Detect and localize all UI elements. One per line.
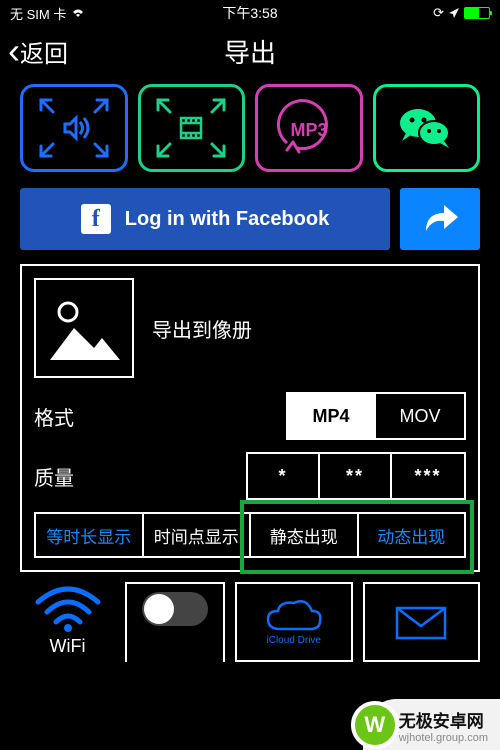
- toggle-cell: [125, 582, 225, 662]
- watermark: W 无极安卓网 wjhotel.group.com: [363, 699, 500, 750]
- sim-status: 无 SIM 卡: [10, 4, 66, 23]
- gallery-thumbnail[interactable]: [34, 278, 134, 378]
- video-expand-icon: [156, 98, 226, 158]
- svg-text:MP3: MP3: [290, 120, 327, 140]
- format-option-mp4[interactable]: MP4: [288, 394, 376, 438]
- format-option-mov[interactable]: MOV: [376, 394, 464, 438]
- chevron-left-icon: ‹: [8, 33, 20, 69]
- quality-option-2[interactable]: **: [320, 454, 392, 498]
- wifi-label: WiFi: [50, 636, 86, 657]
- tile-mp3[interactable]: MP3: [255, 84, 363, 172]
- share-arrow-icon: [420, 203, 460, 235]
- quality-label: 质量: [34, 462, 74, 491]
- quality-option-3[interactable]: ***: [392, 454, 464, 498]
- wifi-toggle[interactable]: [142, 592, 208, 626]
- auth-row: f Log in with Facebook: [0, 182, 500, 264]
- back-label: 返回: [20, 34, 68, 69]
- location-status-icon: [448, 7, 460, 19]
- orientation-lock-icon: ⟳: [433, 5, 444, 21]
- format-segmented-control[interactable]: MP4 MOV: [286, 392, 466, 440]
- quality-option-1[interactable]: *: [248, 454, 320, 498]
- tile-video-fullscreen[interactable]: [138, 84, 246, 172]
- facebook-label: Log in with Facebook: [125, 208, 329, 231]
- icloud-drive-button[interactable]: iCloud Drive: [235, 582, 353, 662]
- back-button[interactable]: ‹ 返回: [8, 33, 68, 69]
- icloud-label: iCloud Drive: [267, 635, 321, 646]
- footer-row: WiFi iCloud Drive: [0, 572, 500, 662]
- cloud-icon: [264, 599, 324, 635]
- status-time: 下午3:58: [222, 3, 277, 23]
- export-panel: 导出到像册 格式 MP4 MOV 质量 * ** *** 等时长显示 时间点显示…: [20, 264, 480, 572]
- wifi-status-icon: [70, 7, 86, 19]
- format-label: 格式: [34, 402, 74, 431]
- tile-audio-fullscreen[interactable]: [20, 84, 128, 172]
- mail-button[interactable]: [363, 582, 481, 662]
- audio-expand-icon: [39, 98, 109, 158]
- watermark-badge-icon: W: [351, 701, 399, 749]
- battery-icon: [464, 7, 490, 19]
- envelope-icon: [393, 602, 449, 642]
- tile-wechat[interactable]: [373, 84, 481, 172]
- toggle-knob: [144, 594, 174, 624]
- facebook-login-button[interactable]: f Log in with Facebook: [20, 188, 390, 250]
- page-title: 导出: [224, 33, 276, 70]
- wechat-icon: [396, 103, 456, 153]
- export-tiles: MP3: [0, 76, 500, 182]
- status-bar: 无 SIM 卡 下午3:58 ⟳: [0, 0, 500, 26]
- tab-timepoint[interactable]: 时间点显示: [144, 514, 252, 556]
- display-mode-tabs: 等时长显示 时间点显示 静态出现 动态出现: [34, 512, 466, 558]
- tab-static-appear[interactable]: 静态出现: [251, 514, 359, 556]
- watermark-url: wjhotel.group.com: [399, 732, 488, 744]
- nav-bar: ‹ 返回 导出: [0, 26, 500, 76]
- gallery-label: 导出到像册: [152, 314, 252, 343]
- wifi-icon[interactable]: [32, 582, 104, 634]
- watermark-title: 无极安卓网: [399, 707, 488, 732]
- share-button[interactable]: [400, 188, 480, 250]
- tab-dynamic-appear[interactable]: 动态出现: [359, 514, 465, 556]
- quality-segmented-control[interactable]: * ** ***: [246, 452, 466, 500]
- mp3-icon: MP3: [269, 98, 349, 158]
- tab-equal-duration[interactable]: 等时长显示: [36, 514, 144, 556]
- image-placeholder-icon: [44, 288, 124, 368]
- facebook-icon: f: [81, 204, 111, 234]
